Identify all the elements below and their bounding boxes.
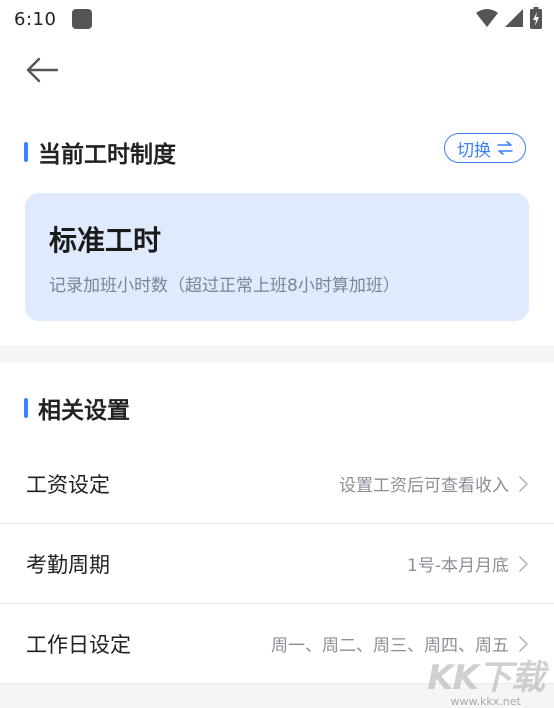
row-value: 1号-本月月底 [407,556,509,576]
row-label: 工作日设定 [26,632,131,657]
swap-icon [497,141,513,155]
current-system-header: 当前工时制度 [24,135,176,169]
switch-button[interactable]: 切换 [444,133,526,163]
status-bar: 6:10 [0,0,554,38]
switch-label: 切换 [457,140,491,161]
section-divider [0,345,554,363]
section-accent-bar [24,142,28,162]
watermark: KK下载 www.kkx.net [427,650,545,708]
chevron-right-icon [519,475,528,492]
signal-icon [505,9,523,27]
row-label: 工资设定 [26,472,110,497]
battery-icon [530,7,542,29]
section-title: 当前工时制度 [38,142,176,168]
section-title: 相关设置 [38,398,130,424]
row-label: 考勤周期 [26,552,110,577]
watermark-logo: KK下载 [427,658,545,698]
settings-list: 工资设定 设置工资后可查看收入 考勤周期 1号-本月月底 工作日设定 周一、周二… [0,444,554,684]
settings-row-attendance-cycle[interactable]: 考勤周期 1号-本月月底 [0,524,554,604]
back-button[interactable] [22,52,62,88]
wifi-icon [476,9,498,27]
settings-row-salary[interactable]: 工资设定 设置工资后可查看收入 [0,444,554,524]
status-time: 6:10 [14,8,57,30]
work-system-card: 标准工时 记录加班小时数（超过正常上班8小时算加班） [25,193,529,321]
notification-app-icon [72,9,93,29]
arrow-left-icon [26,57,59,83]
chevron-right-icon [519,555,528,572]
work-system-description: 记录加班小时数（超过正常上班8小时算加班） [49,276,400,296]
work-system-name: 标准工时 [49,224,162,257]
row-value: 设置工资后可查看收入 [339,476,509,496]
status-icons [476,7,542,29]
section-accent-bar [24,398,28,418]
related-settings-header: 相关设置 [24,391,130,425]
